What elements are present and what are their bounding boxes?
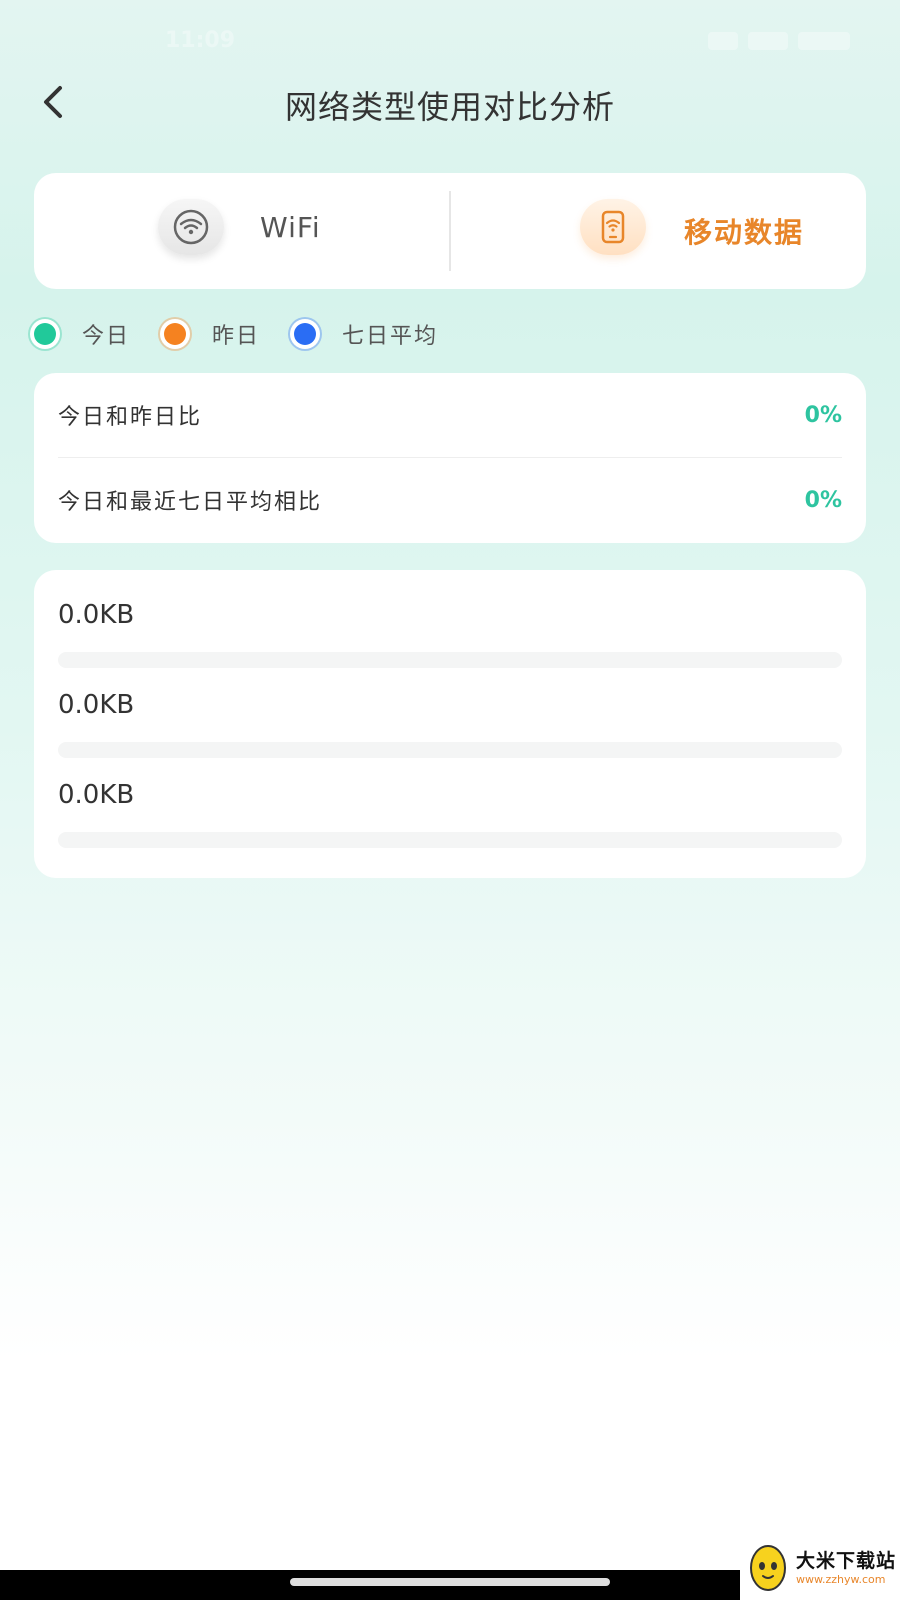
tab-wifi[interactable]: WiFi bbox=[34, 173, 450, 289]
tab-mobile-data[interactable]: 移动数据 bbox=[450, 173, 866, 289]
tab-mobile-data-label: 移动数据 bbox=[684, 216, 805, 249]
watermark: 大米下载站 www.zzhyw.com bbox=[740, 1532, 900, 1600]
status-icons bbox=[690, 30, 850, 52]
usage-value: 0.0KB bbox=[58, 690, 135, 720]
legend-item-seven-day-average: 七日平均 bbox=[294, 318, 438, 350]
watermark-text: 大米下载站 www.zzhyw.com bbox=[796, 1546, 896, 1586]
legend-label: 今日 bbox=[82, 324, 131, 349]
usage-card: 0.0KB 0.0KB 0.0KB bbox=[34, 570, 866, 878]
rice-mascot-logo-icon bbox=[750, 1545, 786, 1591]
tab-wifi-label: WiFi bbox=[260, 211, 321, 244]
mobile-data-icon bbox=[601, 210, 625, 244]
wifi-icon-badge bbox=[158, 199, 224, 255]
comparison-row-seven-day: 今日和最近七日平均相比 0% bbox=[58, 458, 842, 542]
usage-row-yesterday: 0.0KB bbox=[58, 660, 842, 758]
battery-icon bbox=[798, 32, 850, 50]
legend-dot bbox=[294, 323, 317, 345]
page-title: 网络类型使用对比分析 bbox=[284, 88, 615, 126]
mobile-data-icon-badge bbox=[580, 199, 646, 255]
comparison-label: 今日和最近七日平均相比 bbox=[58, 490, 323, 515]
legend-label: 七日平均 bbox=[342, 324, 439, 349]
comparison-card: 今日和昨日比 0% 今日和最近七日平均相比 0% bbox=[34, 373, 866, 543]
network-type-tabs: WiFi 移动数据 bbox=[34, 173, 866, 289]
comparison-row-yesterday: 今日和昨日比 0% bbox=[58, 373, 842, 458]
usage-bar-track bbox=[58, 832, 842, 848]
signal-icon bbox=[708, 32, 738, 50]
watermark-url: www.zzhyw.com bbox=[796, 1573, 886, 1586]
usage-row-today: 0.0KB bbox=[58, 570, 842, 668]
legend-dot bbox=[164, 323, 187, 345]
header: 网络类型使用对比分析 bbox=[0, 70, 900, 140]
legend-item-yesterday: 昨日 bbox=[164, 318, 260, 350]
legend-item-today: 今日 bbox=[34, 318, 130, 350]
watermark-title: 大米下载站 bbox=[796, 1550, 897, 1572]
usage-value: 0.0KB bbox=[58, 780, 135, 810]
status-bar: 11:09 bbox=[0, 0, 900, 80]
wifi-icon bbox=[173, 209, 209, 245]
comparison-value: 0% bbox=[804, 487, 842, 513]
usage-row-seven-day-average: 0.0KB bbox=[58, 750, 842, 848]
legend-dot bbox=[34, 323, 56, 345]
status-time: 11:09 bbox=[165, 28, 236, 53]
network-icon bbox=[748, 32, 788, 50]
comparison-value: 0% bbox=[804, 402, 842, 428]
legend-label: 昨日 bbox=[212, 324, 261, 349]
comparison-label: 今日和昨日比 bbox=[58, 405, 203, 430]
home-indicator[interactable] bbox=[290, 1578, 610, 1586]
usage-value: 0.0KB bbox=[58, 600, 135, 630]
legend: 今日 昨日 七日平均 bbox=[34, 314, 472, 354]
